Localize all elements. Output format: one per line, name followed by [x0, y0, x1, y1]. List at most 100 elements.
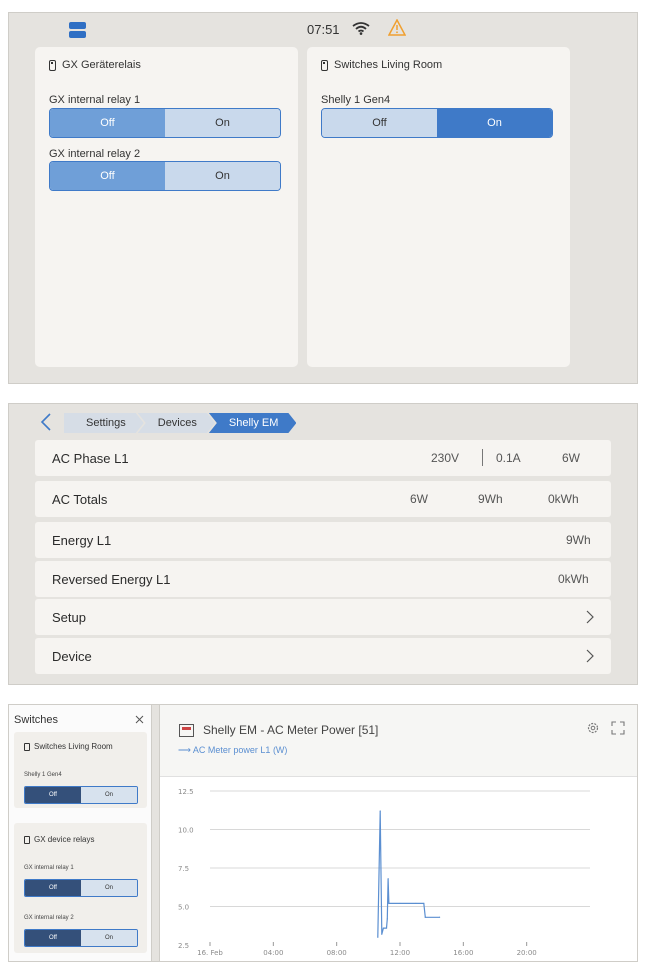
warning-icon[interactable] — [388, 19, 406, 36]
row-energy-l1: Energy L1 9Wh — [35, 522, 611, 558]
legend-label: AC Meter power L1 (W) — [192, 745, 288, 755]
power-line-chart[interactable]: 2.5 5.0 7.5 10.0 12.5 16. Feb 04:00 08:00 12:00 1… — [160, 777, 636, 961]
chevron-right-icon — [586, 649, 594, 663]
row-device[interactable]: Device — [35, 638, 611, 674]
relay-1-on-button[interactable]: On — [165, 109, 280, 137]
chevron-right-icon — [586, 610, 594, 624]
data-point — [386, 918, 388, 920]
current-value: 0.1A — [496, 451, 521, 465]
row-ac-phase-l1: AC Phase L1 230V 0.1A 6W — [35, 440, 611, 476]
x-tick-label: 16:00 — [453, 949, 473, 957]
row-ac-totals: AC Totals 6W 9Wh 0kWh — [35, 481, 611, 517]
row-setup[interactable]: Setup — [35, 599, 611, 635]
x-tick-label: 20:00 — [517, 949, 537, 957]
data-point — [438, 916, 441, 918]
chart-title: Shelly EM - AC Meter Power [51] — [203, 723, 379, 737]
data-point — [424, 916, 426, 918]
mini-shelly-switch: Off On — [24, 786, 138, 804]
y-tick-label: 2.5 — [178, 942, 189, 950]
data-point — [388, 902, 390, 905]
x-tick-label: 16. Feb — [197, 949, 223, 957]
row-label: Device — [52, 649, 92, 664]
mini-on-button[interactable]: On — [81, 930, 137, 946]
mini-card-gx-relays: GX device relays GX internal relay 1 Off… — [14, 823, 147, 953]
data-point — [381, 933, 383, 935]
card-title: GX Geräterelais — [62, 59, 141, 71]
mini-on-button[interactable]: On — [81, 880, 137, 896]
close-icon[interactable] — [133, 713, 146, 725]
mini-card-living-room: Switches Living Room Shelly 1 Gen4 Off O… — [14, 732, 147, 808]
row-label: AC Phase L1 — [52, 451, 129, 466]
back-chevron-icon[interactable] — [39, 413, 53, 431]
energy-value: 0kWh — [558, 572, 589, 586]
shelly-switch: Off On — [321, 108, 553, 138]
chart-header: Shelly EM - AC Meter Power [51] ⟶ AC Met… — [160, 705, 637, 777]
energy-value: 9Wh — [566, 533, 591, 547]
row-reversed-energy-l1: Reversed Energy L1 0kWh — [35, 561, 611, 597]
relay-2-on-button[interactable]: On — [165, 162, 280, 190]
gear-icon[interactable] — [586, 721, 600, 735]
relay-card-living-room: Switches Living Room Shelly 1 Gen4 Off O… — [307, 47, 570, 367]
data-point — [385, 927, 388, 929]
relay-1-off-button[interactable]: Off — [50, 109, 165, 137]
meter-icon — [179, 724, 194, 737]
data-point — [377, 936, 379, 938]
voltage-value: 230V — [431, 451, 460, 465]
shelly-off-button[interactable]: Off — [322, 109, 437, 137]
clock: 07:51 — [307, 22, 340, 37]
device-settings-panel: Settings Devices Shelly EM AC Phase L1 2… — [8, 403, 638, 685]
breadcrumb-settings[interactable]: Settings — [64, 413, 144, 433]
relay-2-off-button[interactable]: Off — [50, 162, 165, 190]
y-tick-label: 5.0 — [178, 904, 189, 912]
chart-panel: Shelly EM - AC Meter Power [51] ⟶ AC Met… — [159, 705, 637, 961]
energy-kwh-value: 0kWh — [548, 492, 579, 506]
x-tick-label: 04:00 — [263, 949, 283, 957]
switches-sidebar: Switches Switches Living Room Shelly 1 G… — [9, 705, 152, 961]
status-bar: 07:51 — [9, 13, 637, 47]
relay-1-switch: Off On — [49, 108, 281, 138]
power-value: 6W — [562, 451, 580, 465]
mini-on-button[interactable]: On — [81, 787, 137, 803]
switches-panel: 07:51 GX Geräterelais GX internal relay … — [8, 12, 638, 384]
mini-card-title: Switches Living Room — [34, 742, 113, 751]
mini-relay-label: GX internal relay 1 — [24, 865, 74, 871]
mini-relay-label: GX internal relay 2 — [24, 915, 74, 921]
power-value: 6W — [410, 492, 428, 506]
data-point — [383, 927, 385, 929]
device-icon — [49, 59, 56, 71]
mini-relay-1-switch: Off On — [24, 879, 138, 897]
device-icon — [24, 742, 30, 751]
row-label: Energy L1 — [52, 533, 112, 548]
relay-label: GX internal relay 1 — [49, 94, 141, 106]
mini-card-title: GX device relays — [34, 835, 95, 844]
mini-relay-label: Shelly 1 Gen4 — [24, 772, 62, 778]
y-tick-label: 10.0 — [178, 827, 194, 835]
row-label: Setup — [52, 610, 86, 625]
mini-off-button[interactable]: Off — [25, 880, 81, 896]
relay-card-gx: GX Geräterelais GX internal relay 1 Off … — [35, 47, 298, 367]
device-icon — [24, 835, 30, 844]
data-point — [423, 902, 425, 905]
row-label: Reversed Energy L1 — [52, 572, 171, 587]
data-point — [399, 902, 401, 905]
breadcrumb-devices[interactable]: Devices — [138, 413, 215, 433]
expand-icon[interactable] — [611, 721, 625, 735]
energy-value: 9Wh — [478, 492, 503, 506]
chart-legend[interactable]: ⟶ AC Meter power L1 (W) — [178, 745, 287, 756]
app-menu-icon[interactable] — [69, 22, 86, 38]
data-point — [387, 878, 389, 880]
value-separator — [482, 449, 483, 466]
y-tick-label: 7.5 — [178, 865, 189, 873]
wifi-icon — [352, 22, 370, 35]
mini-off-button[interactable]: Off — [25, 930, 81, 946]
dashboard-panel: Switches Switches Living Room Shelly 1 G… — [8, 704, 638, 962]
mini-relay-2-switch: Off On — [24, 929, 138, 947]
mini-off-button[interactable]: Off — [25, 787, 81, 803]
relay-label: GX internal relay 2 — [49, 148, 141, 160]
y-tick-label: 12.5 — [178, 788, 194, 796]
x-tick-label: 12:00 — [390, 949, 410, 957]
shelly-on-button[interactable]: On — [437, 109, 552, 137]
breadcrumb-shelly-em[interactable]: Shelly EM — [209, 413, 297, 433]
x-tick-label: 08:00 — [327, 949, 347, 957]
device-icon — [321, 59, 328, 71]
